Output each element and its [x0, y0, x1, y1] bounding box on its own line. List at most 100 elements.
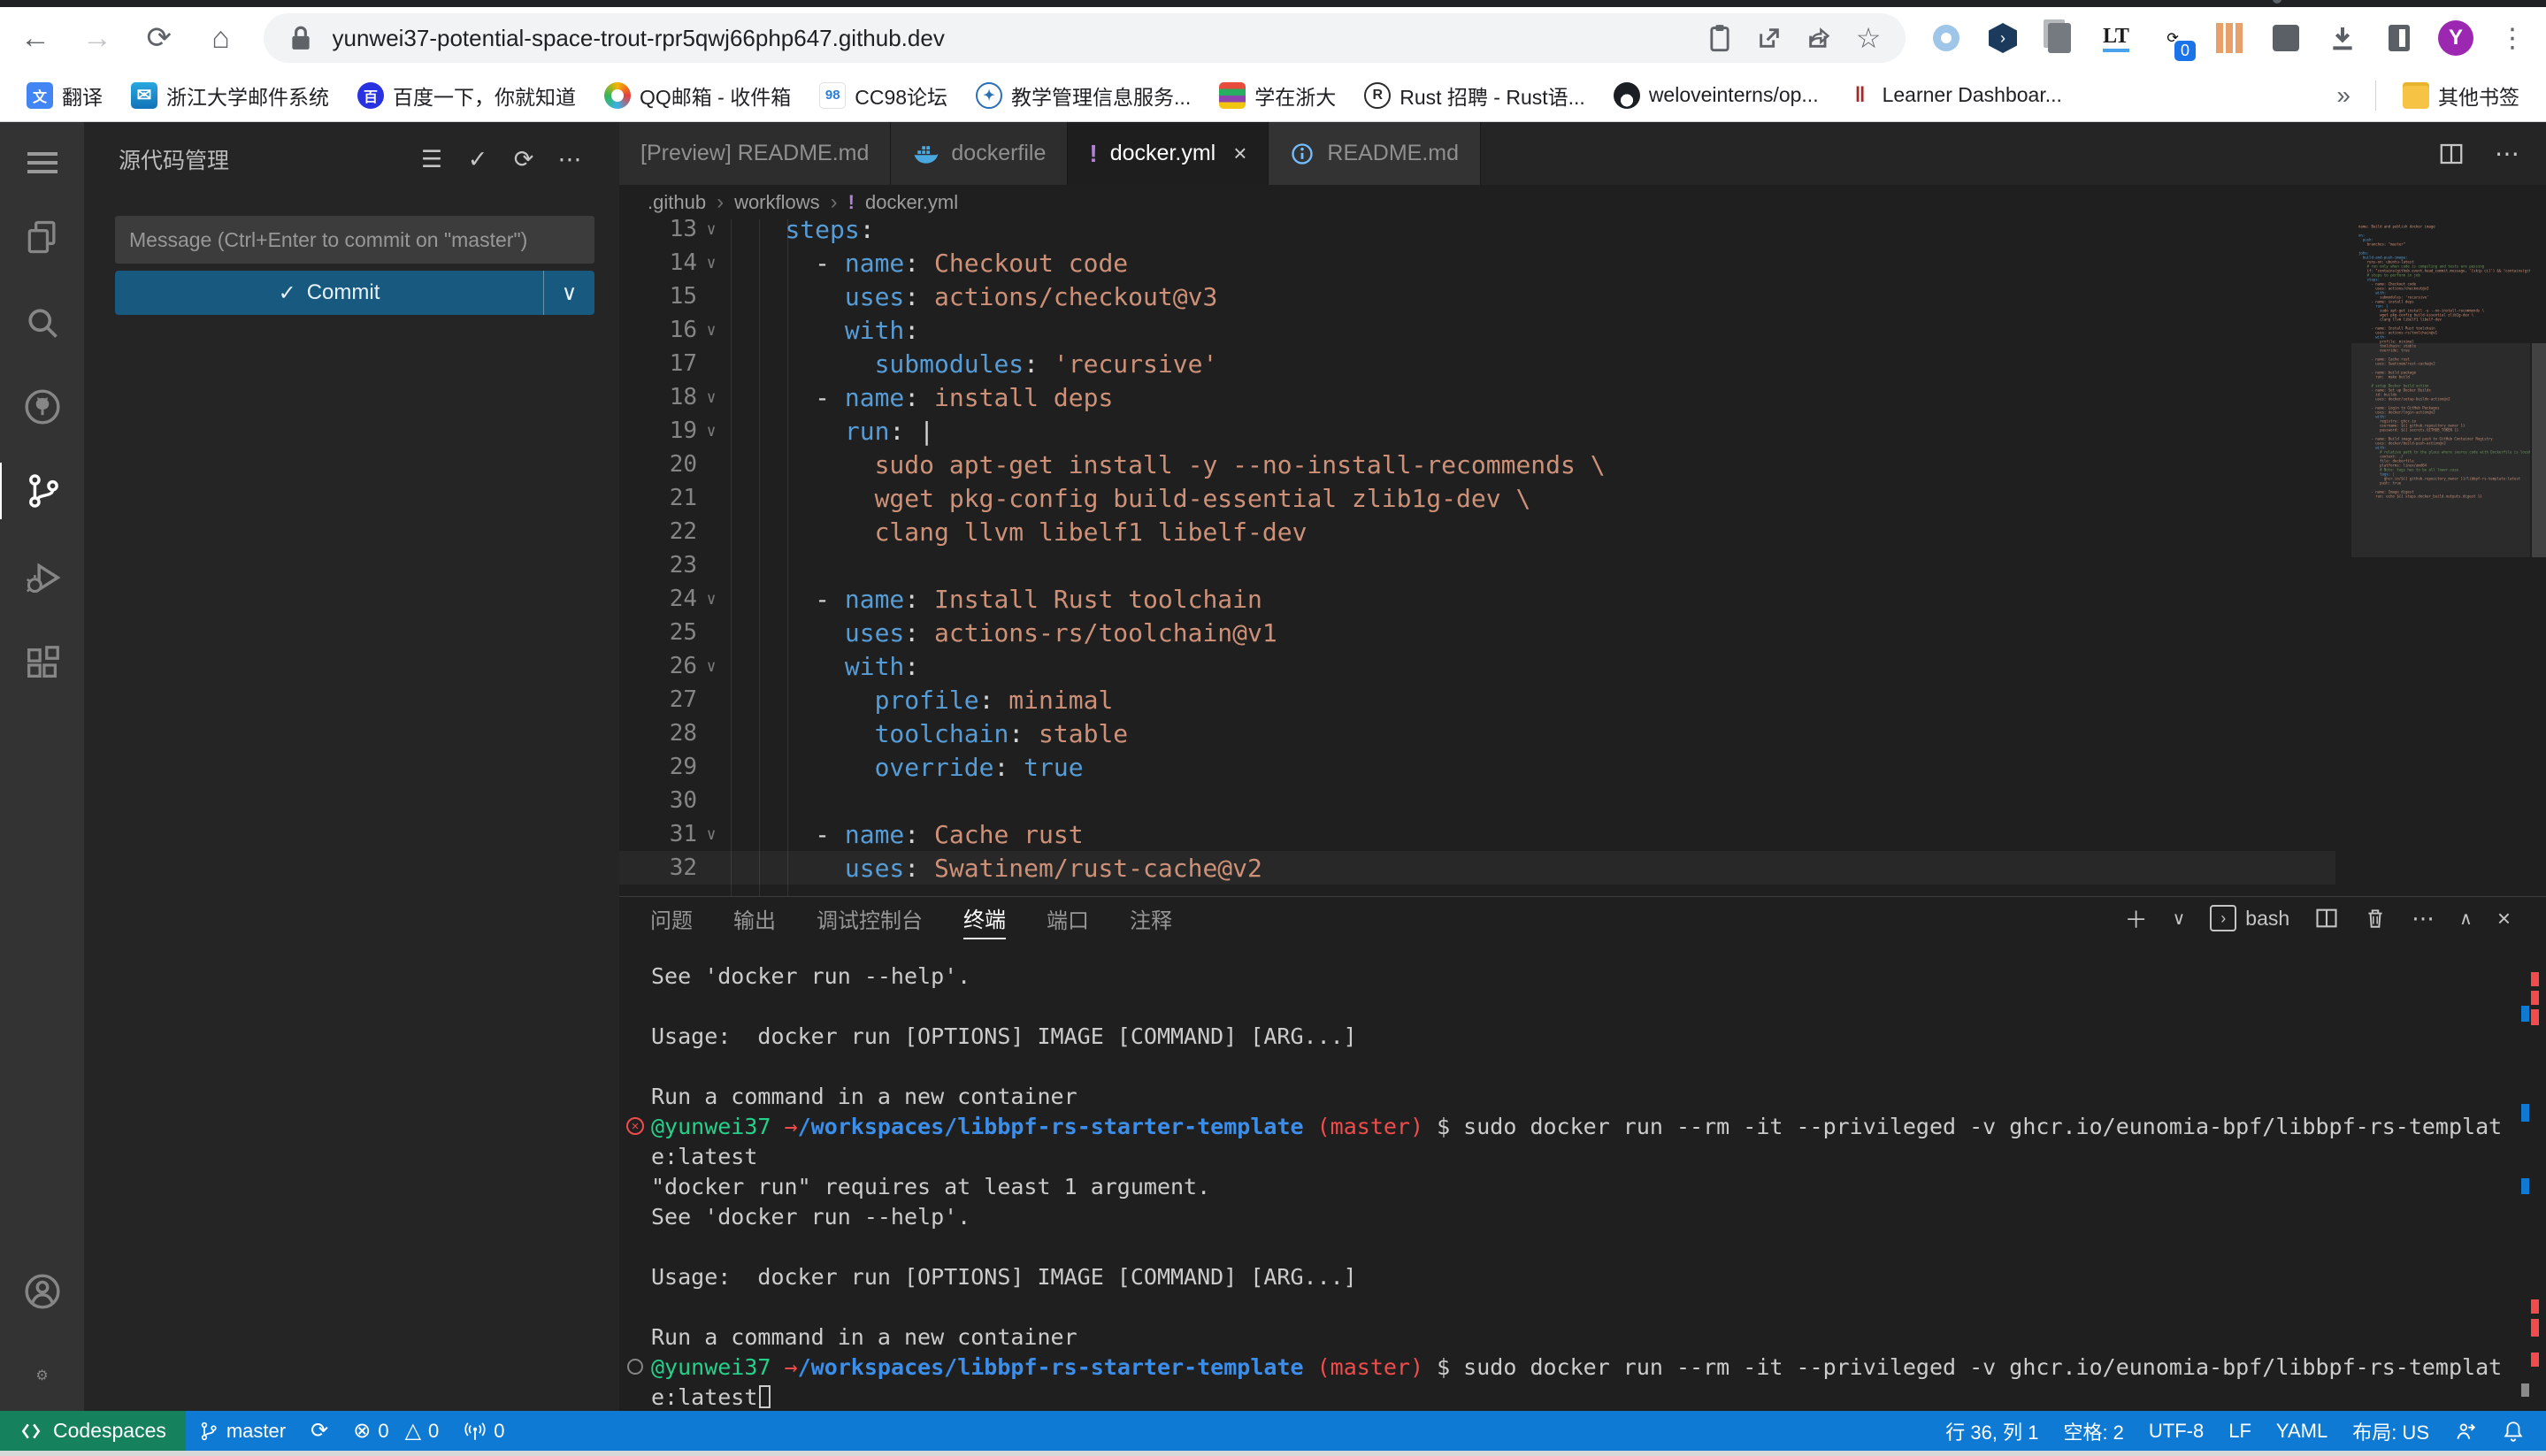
bookmark-item[interactable]: Rust 招聘 - Rust语... — [1354, 77, 1596, 114]
notifications-bell-icon[interactable] — [2489, 1420, 2546, 1443]
panel-more-icon[interactable]: ⋯ — [2412, 905, 2435, 932]
side-panel-icon[interactable] — [2381, 20, 2417, 56]
feedback-icon[interactable] — [2442, 1420, 2489, 1443]
indentation[interactable]: 空格: 2 — [2051, 1417, 2136, 1445]
tab--preview-readme-md[interactable]: [Preview] README.md — [619, 122, 891, 185]
keyboard-layout[interactable]: 布局: US — [2340, 1417, 2442, 1445]
refresh-icon[interactable]: ⟳ — [501, 146, 547, 173]
downloads-icon[interactable] — [2325, 20, 2360, 56]
panel-tab-调试控制台[interactable]: 调试控制台 — [817, 897, 923, 939]
bookmark-item[interactable]: 浙江大学邮件系统 — [120, 77, 340, 114]
kill-terminal-icon[interactable] — [2364, 906, 2387, 931]
panel-tab-终端[interactable]: 终端 — [963, 897, 1006, 939]
extension-blue-ring-icon[interactable] — [1929, 20, 1964, 56]
bookmarks-overflow-icon[interactable]: » — [2327, 81, 2359, 110]
run-debug-icon[interactable] — [0, 549, 84, 606]
forward-icon[interactable]: → — [78, 19, 117, 57]
commit-dropdown-icon[interactable]: ∨ — [543, 271, 594, 315]
other-bookmarks[interactable]: 其他书签 — [2392, 77, 2530, 114]
code-editor[interactable]: 13∨ steps:14∨ - name: Checkout code15 us… — [619, 219, 2546, 896]
back-icon[interactable]: ← — [16, 19, 55, 57]
minimap-slider[interactable] — [2351, 343, 2530, 557]
terminal-icon: › — [2210, 905, 2236, 931]
bookmark-star-icon[interactable]: ☆ — [1851, 21, 1886, 55]
extension-hexagon-icon[interactable]: › — [1985, 20, 2021, 56]
settings-gear-icon[interactable]: ⚙ — [0, 1347, 84, 1404]
panel-tab-端口[interactable]: 端口 — [1047, 897, 1089, 939]
search-icon[interactable] — [0, 295, 84, 351]
share-icon[interactable] — [1801, 26, 1837, 50]
bookmark-item[interactable]: 翻译 — [16, 77, 113, 114]
fold-icon[interactable]: ∨ — [697, 254, 725, 272]
tab-docker-yml[interactable]: !docker.yml× — [1068, 122, 1269, 185]
fold-icon[interactable]: ∨ — [697, 657, 725, 676]
fold-icon[interactable]: ∨ — [697, 321, 725, 340]
extensions-icon[interactable] — [0, 635, 84, 692]
open-in-new-icon[interactable] — [1752, 26, 1787, 50]
ports-indicator[interactable]: 0 — [451, 1420, 517, 1443]
panel-tab-问题[interactable]: 问题 — [650, 897, 693, 939]
profile-avatar[interactable]: Y — [2438, 20, 2473, 56]
language-mode[interactable]: YAML — [2264, 1420, 2340, 1443]
tab-dockerfile[interactable]: dockerfile — [891, 122, 1068, 185]
bookmark-item[interactable]: CC98论坛 — [809, 77, 958, 114]
breadcrumb-sub[interactable]: workflows — [734, 191, 820, 214]
browser-menu-icon[interactable]: ⋮ — [2495, 20, 2530, 56]
commit-message-input[interactable] — [115, 216, 594, 264]
split-editor-icon[interactable] — [2438, 141, 2465, 167]
extension-puzzle-icon[interactable] — [2268, 20, 2304, 56]
fold-icon[interactable]: ∨ — [697, 422, 725, 441]
fold-icon[interactable]: ∨ — [697, 590, 725, 609]
close-icon[interactable]: × — [1233, 140, 1246, 167]
extension-pencils-icon[interactable] — [2212, 20, 2247, 56]
clipboard-icon[interactable] — [1702, 24, 1737, 52]
bookmark-item[interactable]: 学在浙大 — [1208, 77, 1346, 114]
more-actions-icon[interactable]: ⋯ — [547, 146, 593, 173]
tab-readme-md[interactable]: README.md — [1269, 122, 1481, 185]
close-panel-icon[interactable]: × — [2497, 905, 2511, 932]
terminal-dropdown-icon[interactable]: ∨ — [2173, 908, 2186, 930]
source-control-icon[interactable] — [0, 463, 84, 519]
account-icon[interactable] — [0, 1263, 84, 1320]
encoding[interactable]: UTF-8 — [2136, 1420, 2216, 1443]
sync-indicator[interactable]: ⟳ — [298, 1418, 341, 1444]
fold-icon[interactable]: ∨ — [697, 220, 725, 239]
bookmark-item[interactable]: weloveinterns/op... — [1603, 79, 1829, 112]
github-icon[interactable] — [0, 379, 84, 435]
bookmark-item[interactable]: Learner Dashboar... — [1837, 79, 2073, 112]
commit-button[interactable]: ✓ Commit ∨ — [115, 271, 594, 315]
remote-indicator[interactable]: Codespaces — [0, 1411, 186, 1451]
bookmark-item[interactable]: 教学管理信息服务... — [965, 77, 1201, 114]
terminal[interactable]: See 'docker run --help'.Usage: docker ru… — [619, 950, 2519, 1411]
view-as-list-icon[interactable]: ☰ — [409, 146, 455, 173]
problems-indicator[interactable]: ⊗0 △0 — [341, 1418, 451, 1444]
explorer-icon[interactable] — [0, 209, 84, 265]
maximize-panel-icon[interactable]: ∧ — [2459, 908, 2473, 930]
address-bar[interactable]: yunwei37-potential-space-trout-rpr5qwj66… — [264, 13, 1906, 63]
editor-more-icon[interactable]: ⋯ — [2495, 139, 2519, 168]
tab-sync-icon[interactable]: ⟳0 — [2155, 20, 2190, 56]
new-terminal-icon[interactable]: ＋ — [2125, 902, 2148, 935]
split-terminal-icon[interactable] — [2314, 906, 2339, 931]
bookmark-item[interactable]: 百度一下，你就知道 — [347, 77, 587, 114]
breadcrumb-file[interactable]: docker.yml — [865, 191, 958, 214]
fold-icon[interactable]: ∨ — [697, 388, 725, 407]
minimap[interactable]: name: Build and publish docker image on:… — [2351, 219, 2530, 896]
extension-notes-icon[interactable] — [2042, 20, 2077, 56]
eol[interactable]: LF — [2216, 1420, 2264, 1443]
menu-icon[interactable] — [0, 134, 84, 191]
terminal-session[interactable]: › bash — [2210, 905, 2289, 931]
breadcrumb[interactable]: .github › workflows › ! docker.yml — [619, 185, 2546, 219]
reload-icon[interactable]: ⟳ — [140, 19, 179, 57]
breadcrumb-dir[interactable]: .github — [648, 191, 706, 214]
languagetool-icon[interactable]: LT — [2098, 20, 2134, 56]
bookmark-item[interactable]: QQ邮箱 - 收件箱 — [594, 77, 801, 114]
panel-tab-注释[interactable]: 注释 — [1130, 897, 1172, 939]
commit-check-icon[interactable]: ✓ — [455, 146, 501, 173]
editor-scrollbar[interactable] — [2532, 343, 2546, 557]
panel-tab-输出[interactable]: 输出 — [733, 897, 776, 939]
home-icon[interactable]: ⌂ — [202, 19, 241, 57]
fold-icon[interactable]: ∨ — [697, 825, 725, 844]
cursor-position[interactable]: 行 36, 列 1 — [1933, 1417, 2051, 1445]
branch-indicator[interactable]: master — [186, 1420, 298, 1443]
